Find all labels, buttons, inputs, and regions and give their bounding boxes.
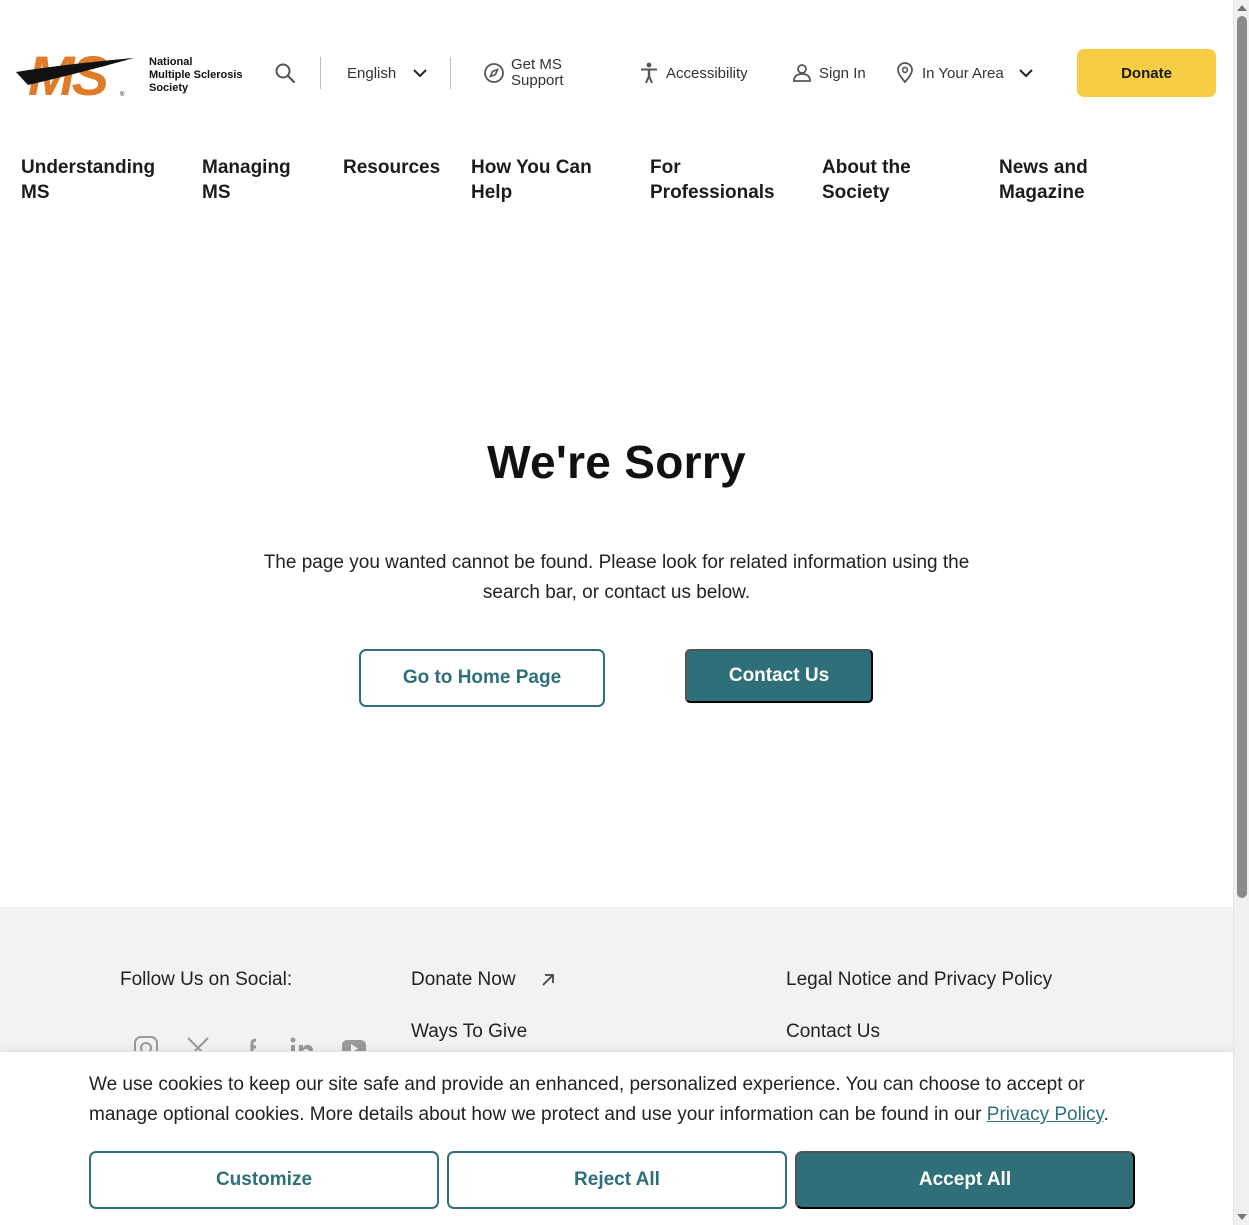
nav-label: Understanding bbox=[21, 157, 156, 178]
accept-all-button[interactable]: Accept All bbox=[795, 1151, 1135, 1209]
nav-label: How You Can bbox=[471, 157, 592, 178]
cookie-period: . bbox=[1103, 1104, 1109, 1125]
nav-item-for-professionals[interactable]: For Professionals bbox=[650, 155, 775, 205]
logo-line-2: Multiple Sclerosis bbox=[149, 69, 243, 81]
follow-us-label: Follow Us on Social: bbox=[120, 969, 293, 990]
cookie-banner: We use cookies to keep our site safe and… bbox=[0, 1051, 1233, 1225]
compass-icon bbox=[484, 63, 504, 83]
nav-label: About the bbox=[822, 157, 911, 178]
scroll-down-arrow-icon[interactable] bbox=[1237, 1214, 1247, 1220]
scroll-up-arrow-icon[interactable] bbox=[1237, 5, 1247, 11]
donate-now-label: Donate Now bbox=[411, 969, 516, 990]
accessibility-label: Accessibility bbox=[666, 64, 748, 82]
support-line-1: Get MS bbox=[511, 56, 562, 73]
nav-label: MS bbox=[21, 182, 50, 203]
donate-now-link[interactable]: Donate Now bbox=[411, 969, 556, 991]
main-navigation: Understanding MS Managing MS Resources H… bbox=[0, 155, 1233, 215]
user-icon bbox=[793, 64, 811, 82]
privacy-policy-link[interactable]: Privacy Policy bbox=[987, 1104, 1104, 1125]
nav-label: For bbox=[650, 157, 681, 178]
donate-button[interactable]: Donate bbox=[1077, 49, 1216, 97]
search-icon bbox=[275, 63, 296, 84]
ms-logo-mark-icon: MS ® bbox=[16, 44, 134, 107]
page-title: We're Sorry bbox=[487, 436, 746, 488]
support-line-2: Support bbox=[511, 72, 564, 89]
nav-item-understanding-ms[interactable]: Understanding MS bbox=[21, 155, 155, 205]
chevron-down-icon bbox=[1019, 69, 1033, 78]
nav-label: Professionals bbox=[650, 182, 775, 203]
legal-notice-link[interactable]: Legal Notice and Privacy Policy bbox=[786, 969, 1052, 991]
nav-label: Society bbox=[822, 182, 890, 203]
scroll-thumb[interactable] bbox=[1237, 16, 1247, 898]
error-message: The page you wanted cannot be found. Ple… bbox=[263, 552, 970, 603]
chevron-down-icon bbox=[413, 69, 427, 78]
get-ms-support-link[interactable]: Get MS Support bbox=[483, 56, 564, 90]
nav-item-news-and-magazine[interactable]: News and Magazine bbox=[999, 155, 1088, 205]
location-pin-icon bbox=[897, 62, 913, 84]
nav-item-resources[interactable]: Resources bbox=[343, 155, 440, 180]
nav-label: Managing bbox=[202, 157, 291, 178]
language-label: English bbox=[347, 64, 397, 82]
header-divider bbox=[450, 57, 451, 89]
cookie-message-text: We use cookies to keep our site safe and… bbox=[89, 1074, 1085, 1125]
ms-society-logo[interactable]: MS ® National Multiple Sclerosis Society bbox=[16, 44, 246, 107]
accessibility-link[interactable]: Accessibility bbox=[639, 56, 748, 90]
nav-item-managing-ms[interactable]: Managing MS bbox=[202, 155, 291, 205]
customize-button[interactable]: Customize bbox=[89, 1151, 439, 1209]
contact-us-button[interactable]: Contact Us bbox=[685, 649, 873, 703]
site-header: MS ® National Multiple Sclerosis Society… bbox=[0, 0, 1233, 150]
nav-label: News and bbox=[999, 157, 1088, 178]
in-your-area-label: In Your Area bbox=[922, 64, 1004, 82]
logo-line-3: Society bbox=[149, 82, 189, 94]
accessibility-icon bbox=[641, 62, 657, 84]
nav-label: Help bbox=[471, 182, 513, 203]
go-to-home-page-button[interactable]: Go to Home Page bbox=[359, 649, 605, 707]
language-selector[interactable]: English bbox=[347, 56, 428, 90]
footer-contact-us-link[interactable]: Contact Us bbox=[786, 1021, 880, 1043]
page: MS ® National Multiple Sclerosis Society… bbox=[0, 0, 1233, 1225]
reject-all-button[interactable]: Reject All bbox=[447, 1151, 787, 1209]
page-scrollbar[interactable] bbox=[1233, 0, 1249, 1225]
nav-item-about-the-society[interactable]: About the Society bbox=[822, 155, 911, 205]
ways-to-give-link[interactable]: Ways To Give bbox=[411, 1021, 527, 1043]
header-divider bbox=[320, 57, 321, 89]
svg-text:®: ® bbox=[120, 91, 125, 98]
nav-label: Resources bbox=[343, 157, 441, 178]
sign-in-label: Sign In bbox=[819, 64, 866, 82]
sign-in-link[interactable]: Sign In bbox=[792, 56, 866, 90]
logo-line-1: National bbox=[149, 56, 193, 68]
external-arrow-icon bbox=[541, 974, 554, 986]
nav-label: MS bbox=[202, 182, 231, 203]
search-button[interactable] bbox=[274, 56, 296, 90]
nav-label: Magazine bbox=[999, 182, 1085, 203]
nav-item-how-you-can-help[interactable]: How You Can Help bbox=[471, 155, 592, 205]
cookie-message: We use cookies to keep our site safe and… bbox=[89, 1070, 1149, 1130]
in-your-area-selector[interactable]: In Your Area bbox=[895, 56, 1034, 90]
logo-text: National Multiple Sclerosis Society bbox=[149, 56, 243, 95]
